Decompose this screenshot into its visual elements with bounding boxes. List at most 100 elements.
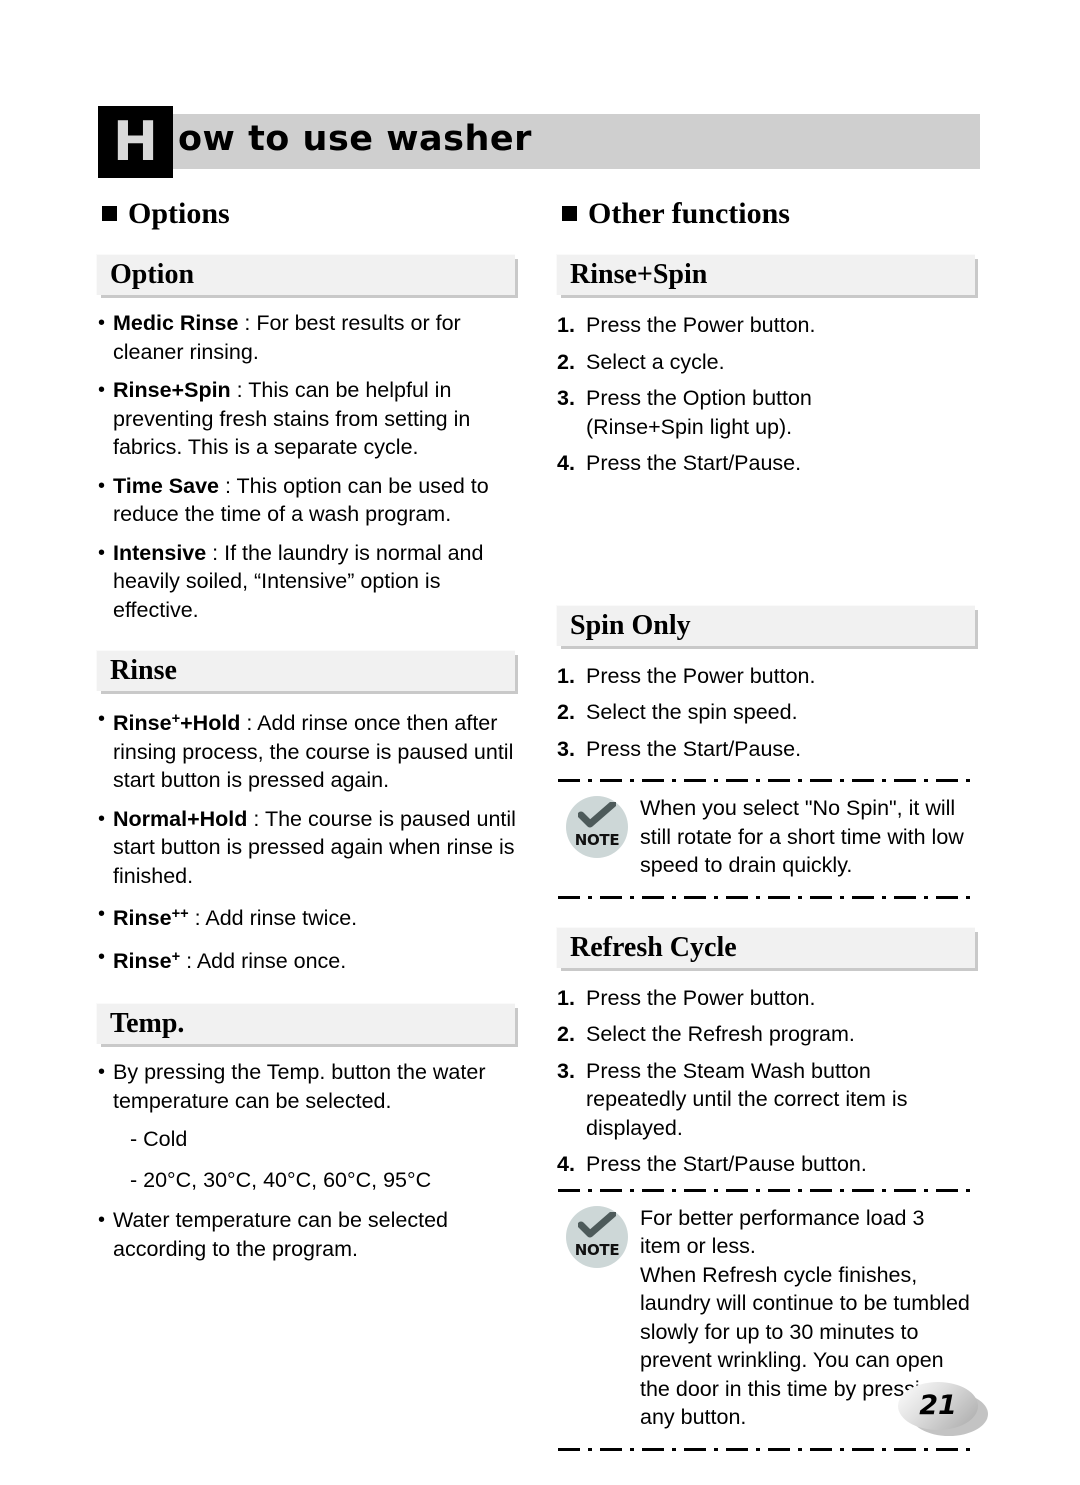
list-item-text: By pressing the Temp. button the water t… [113, 1060, 486, 1113]
step-number: 3. [557, 386, 575, 410]
group-heading-other-functions-label: Other functions [588, 197, 790, 230]
bullet-icon: • [98, 1209, 106, 1232]
section-title-rinse-spin: Rinse+Spin [570, 259, 708, 290]
checkmark-icon [578, 1211, 616, 1237]
list-item: • Medic Rinse : For best results or for c… [96, 309, 526, 366]
section-title-rinse: Rinse [110, 655, 177, 686]
step-line: Select a cycle. [586, 349, 725, 374]
dash-dot-divider [558, 779, 978, 782]
list-item: • Water temperature can be selected accor… [96, 1206, 526, 1263]
list-item-plain: - 20°C, 30°C, 40°C, 60°C, 95°C [96, 1166, 526, 1195]
section-rinse: Rinse • Rinse++Hold : Add rinse once then… [96, 650, 526, 975]
square-bullet-icon [102, 206, 117, 221]
section-header-bar: Option [96, 254, 515, 295]
step-number: 4. [557, 451, 575, 475]
note-line: When you select "No Spin", it will [640, 796, 956, 820]
list-item-text: Water temperature can be selected accord… [113, 1208, 449, 1261]
list-item: • Time Save : This option can be used to … [96, 472, 526, 529]
list-item-term: Normal+Hold [113, 806, 248, 831]
section-option: Option • Medic Rinse : For best results o… [96, 254, 526, 624]
page-number-value: 21 [919, 1390, 957, 1421]
list-item-term: Time Save [113, 473, 219, 498]
step-line: Press the Steam Wash button [586, 1058, 871, 1083]
note-line: prevent wrinkling. You can open [640, 1348, 944, 1372]
list-item-term: Rinse+Spin [113, 378, 231, 402]
list-item-text: - 20°C, 30°C, 40°C, 60°C, 95°C [130, 1167, 432, 1192]
list-item-term: Medic Rinse [113, 311, 239, 335]
section-title-spin-only: Spin Only [570, 609, 691, 641]
list-item-term: Rinse [113, 948, 172, 973]
numbered-step: 3. Press the Steam Wash button repeatedly … [556, 1057, 986, 1143]
step-line: Press the Start/Pause. [586, 736, 802, 761]
numbered-step: 2. Select a cycle. [556, 348, 986, 377]
list-item: • Rinse+Spin : This can be helpful in pre… [96, 376, 526, 462]
list-item-superscript: + [171, 948, 181, 965]
page-number-badge: 21 [898, 1382, 988, 1436]
dash-dot-divider [558, 1447, 978, 1451]
numbered-step: 1. Press the Power button. [556, 662, 986, 691]
step-line: Press the Power button. [586, 313, 816, 337]
numbered-step: 2. Select the Refresh program. [556, 1020, 986, 1049]
numbered-step: 3. Press the Start/Pause. [556, 735, 986, 764]
section-spin-only: Spin Only 1. Press the Power button. 2. Se… [556, 604, 986, 899]
list-item: • Rinse+ : Add rinse once. [96, 943, 526, 976]
numbered-step: 2. Select the spin speed. [556, 698, 986, 727]
rinse-spin-step-list: 1. Press the Power button. 2. Select a cyc… [556, 311, 986, 478]
list-item-term: Intensive [113, 540, 207, 565]
list-item-sep: : [218, 473, 237, 498]
section-header-bar: Spin Only [556, 604, 975, 646]
bullet-icon: • [98, 379, 106, 401]
step-number: 4. [557, 1152, 575, 1176]
numbered-step: 4. Press the Start/Pause button. [556, 1150, 986, 1179]
temp-bullet-list: • By pressing the Temp. button the water … [96, 1058, 526, 1263]
bullet-icon: • [98, 1061, 106, 1084]
group-heading-options-label: Options [128, 197, 230, 230]
numbered-step: 1. Press the Power button. [556, 311, 986, 340]
note-line: slowly for up to 30 minutes to [640, 1319, 919, 1344]
list-item-plain: - Cold [96, 1125, 526, 1154]
note-icon: NOTE [566, 796, 628, 858]
rinse-bullet-list: • Rinse++Hold : Add rinse once then after… [96, 705, 526, 975]
section-title-refresh-cycle: Refresh Cycle [570, 931, 737, 963]
step-line: Press the Power button. [586, 985, 816, 1010]
dash-dot-divider [558, 1188, 978, 1192]
right-column: Other functions Rinse+Spin 1. Press the P… [556, 196, 986, 1461]
note-line: item or less. [640, 1234, 756, 1258]
page-header-dropcap: H [98, 106, 173, 178]
section-header-bar: Rinse+Spin [556, 254, 975, 295]
numbered-step: 1. Press the Power button. [556, 984, 986, 1013]
bullet-icon: • [98, 312, 106, 334]
bullet-icon: • [98, 708, 106, 730]
step-line: (Rinse+Spin light up). [586, 414, 793, 439]
list-item-sep: : [230, 378, 249, 402]
section-rinse-spin: Rinse+Spin 1. Press the Power button. 2. S… [556, 254, 986, 478]
note-icon: NOTE [566, 1205, 628, 1268]
group-heading-options: Options [102, 196, 526, 232]
section-header-bar: Rinse [96, 650, 515, 691]
section-temp: Temp. • By pressing the Temp. button the … [96, 1003, 526, 1263]
step-number: 1. [557, 663, 575, 688]
list-item-sep: : [206, 540, 225, 565]
note-line: still rotate for a short time with low [640, 824, 964, 849]
note-line: When Refresh cycle finishes, [640, 1262, 918, 1287]
note-line: laundry will continue to be tumbled [640, 1291, 970, 1315]
note-text: When you select "No Spin", it will still… [640, 792, 986, 880]
square-bullet-icon [562, 206, 577, 221]
step-number: 2. [557, 700, 575, 724]
spin-only-step-list: 1. Press the Power button. 2. Select the s… [556, 662, 986, 764]
note-line: For better performance load 3 [640, 1205, 925, 1230]
note-icon-label: NOTE [574, 831, 620, 849]
page-title: ow to use washer [178, 119, 532, 159]
step-line: Select the spin speed. [586, 700, 798, 724]
list-item: • Rinse++Hold : Add rinse once then after… [96, 705, 526, 795]
checkmark-icon [578, 802, 616, 828]
numbered-step: 4. Press the Start/Pause. [556, 449, 986, 478]
list-item-sep: : [180, 948, 197, 973]
option-bullet-list: • Medic Rinse : For best results or for c… [96, 309, 526, 624]
bullet-icon: • [98, 474, 106, 497]
list-item-sep: : [247, 806, 265, 831]
step-line: Press the Power button. [586, 663, 816, 688]
note-block-spin-only: NOTE When you select "No Spin", it will … [556, 792, 986, 880]
dash-dot-divider [558, 895, 978, 899]
list-item-term: Rinse [113, 906, 172, 931]
